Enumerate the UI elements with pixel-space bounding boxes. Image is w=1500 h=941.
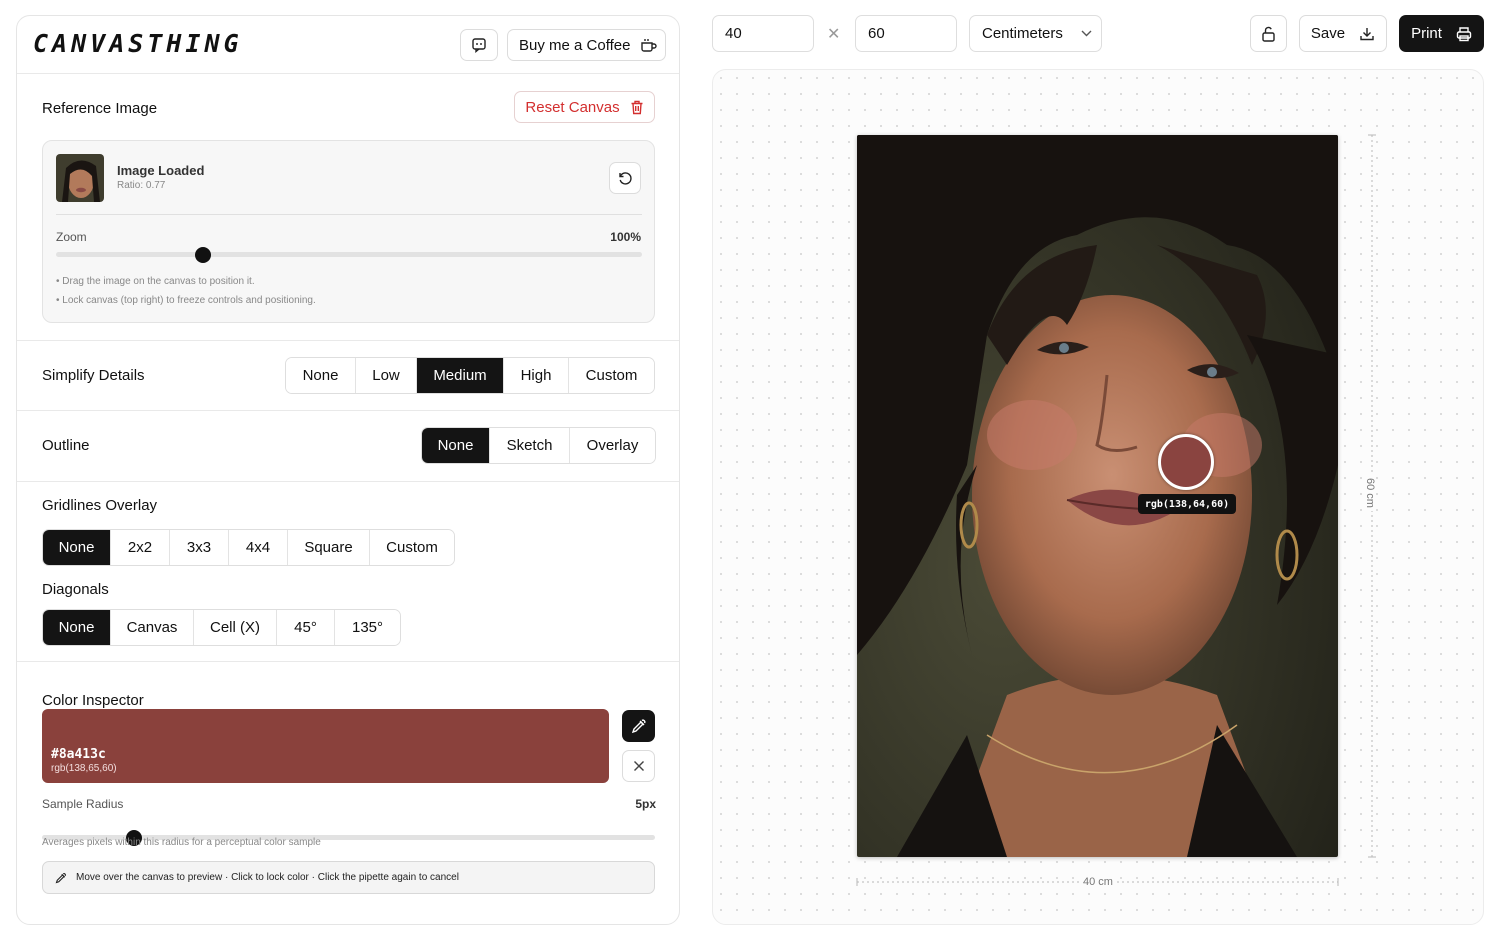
canvas-width-dimension: 40 cm (1080, 876, 1116, 888)
color-picker-loupe (1158, 434, 1214, 490)
portrait-image (857, 135, 1338, 857)
canvas-height-dimension: 60 cm (1363, 475, 1376, 511)
painted-portrait-artboard[interactable] (857, 135, 1338, 857)
color-picker-readout: rgb(138,64,60) (1138, 494, 1236, 514)
